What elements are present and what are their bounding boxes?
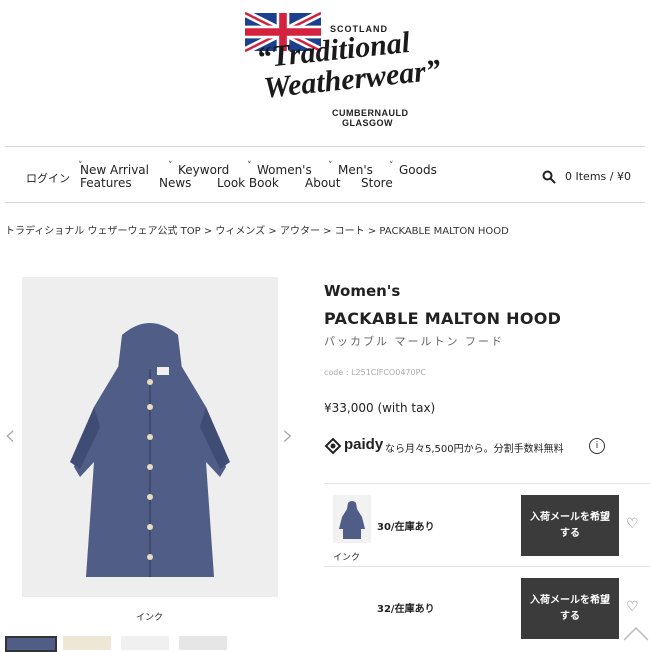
button-label-line2: する	[560, 527, 580, 539]
paidy-mark-icon	[324, 437, 342, 455]
brand-logo[interactable]: SCOTLAND “Traditional Weatherwear” CUMBE…	[0, 0, 650, 145]
coat-image	[70, 323, 230, 577]
paidy-logo: paidy	[324, 436, 386, 456]
nav-label-bottom[interactable]: About	[305, 177, 340, 190]
image-color-caption: インク	[136, 613, 164, 623]
button-label-line1: 入荷メールを希望	[530, 594, 610, 606]
chevron-down-icon: ˅	[247, 161, 252, 171]
info-icon[interactable]: i	[589, 438, 605, 454]
product-category: Women's	[324, 282, 401, 300]
button-label-line1: 入荷メールを希望	[530, 511, 610, 523]
paidy-installment-text: なら月々5,500円から。分割手数料無料	[385, 444, 564, 455]
next-image-arrow[interactable]: ›	[282, 418, 294, 453]
nav-divider	[5, 202, 645, 203]
thumbnail-2[interactable]	[63, 636, 111, 650]
sku-size-stock: 30/在庫あり	[377, 522, 435, 533]
chevron-down-icon: ˅	[328, 161, 333, 171]
nav-label-bottom[interactable]: Look Book	[217, 177, 279, 190]
thumbnail-4[interactable]	[179, 636, 227, 650]
cart-summary[interactable]: 0 Items / ¥0	[565, 170, 631, 183]
sku-divider	[324, 566, 650, 567]
nav-login-link[interactable]: ログイン	[26, 170, 70, 186]
favorite-heart-icon[interactable]: ♡	[626, 516, 639, 532]
header-divider	[5, 146, 645, 147]
nav-label-bottom[interactable]: News	[159, 177, 191, 190]
product-price: ¥33,000 (with tax)	[324, 401, 436, 415]
thumbnail-3[interactable]	[121, 636, 169, 650]
nav-label-bottom[interactable]: Store	[361, 177, 393, 190]
breadcrumb[interactable]: トラディショナル ウェザーウェア公式 TOP > ウィメンズ > アウター > …	[5, 222, 509, 237]
paidy-wordmark: paidy	[344, 436, 384, 453]
sku-thumbnail	[333, 495, 371, 543]
product-name-kana: パッカブル マールトン フード	[324, 335, 504, 348]
sku-color-label: インク	[333, 553, 361, 563]
button-label-line2: する	[560, 610, 580, 622]
coat-thumbnail-image	[339, 501, 365, 539]
sku-divider-top	[324, 483, 650, 484]
search-icon[interactable]	[542, 170, 556, 184]
logo-city-line1: CUMBERNAULD	[332, 108, 409, 118]
restock-notify-button[interactable]: 入荷メールを希望 する	[521, 578, 619, 639]
chevron-down-icon: ˅	[389, 161, 394, 171]
product-main-image[interactable]	[22, 277, 278, 597]
nav-item-goods[interactable]: ˅ Goods	[389, 161, 437, 177]
nav-label-bottom[interactable]: Features	[80, 177, 132, 190]
sku-size-stock: 32/在庫あり	[377, 604, 435, 615]
chevron-down-icon: ˅	[168, 161, 173, 171]
prev-image-arrow[interactable]: ‹	[4, 418, 16, 453]
product-name: PACKABLE MALTON HOOD	[324, 309, 562, 328]
nav-label-top: Goods	[399, 163, 437, 177]
scroll-to-top-icon[interactable]	[622, 620, 650, 650]
product-code: code : L251CIFCO0470PC	[324, 368, 426, 377]
restock-notify-button[interactable]: 入荷メールを希望 する	[521, 495, 619, 556]
chevron-down-icon: ˅	[78, 161, 83, 171]
logo-city-line2: GLASGOW	[342, 118, 393, 128]
favorite-heart-icon[interactable]: ♡	[626, 599, 639, 615]
